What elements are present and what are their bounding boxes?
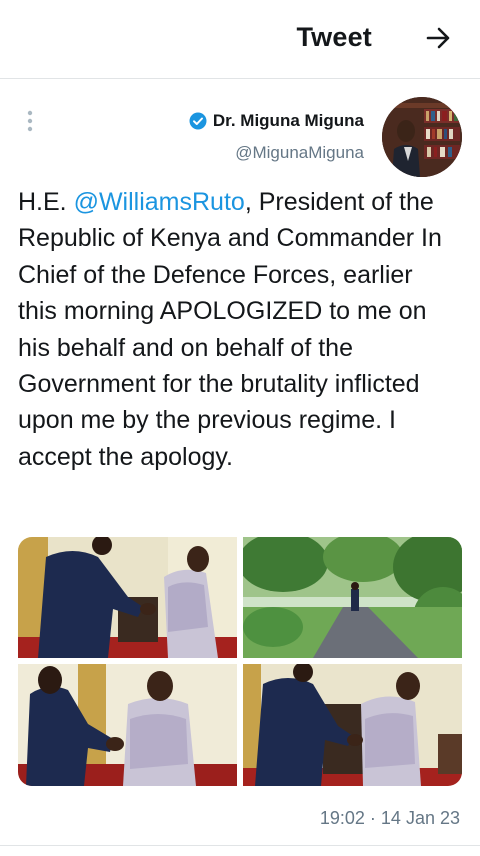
tweet-timestamp: 19:02 · 14 Jan 23 [320, 808, 460, 829]
tweet-photo-1[interactable] [18, 537, 237, 658]
more-vertical-icon[interactable] [22, 110, 38, 134]
tweet-photo-2[interactable] [243, 537, 462, 658]
verified-badge-icon [189, 112, 207, 130]
tweet-author[interactable]: Dr. Miguna Miguna @MigunaMiguna [189, 111, 364, 163]
tweet-text-start: H.E. [18, 188, 74, 216]
tweet-time: 19:02 [319, 808, 365, 828]
photo-grid [18, 537, 462, 786]
mention-link[interactable]: @WilliamsRuto [74, 188, 245, 216]
page-title: Tweet [296, 22, 372, 52]
tweet-date: 14 Jan 23 [380, 808, 460, 828]
tweet-photo-3[interactable] [18, 664, 237, 786]
tweet-text-rest: , President of the Republic of Kenya and… [18, 188, 442, 471]
divider [0, 845, 480, 846]
top-bar: Tweet [0, 0, 480, 79]
avatar[interactable] [382, 97, 462, 177]
timestamp-separator: · [369, 808, 376, 828]
author-handle[interactable]: @MigunaMiguna [189, 143, 364, 163]
tweet-photo-4[interactable] [243, 664, 462, 786]
arrow-right-icon[interactable] [424, 24, 452, 52]
author-display-name[interactable]: Dr. Miguna Miguna [213, 111, 364, 131]
tweet-text: H.E. @WilliamsRuto, President of the Rep… [18, 184, 458, 475]
